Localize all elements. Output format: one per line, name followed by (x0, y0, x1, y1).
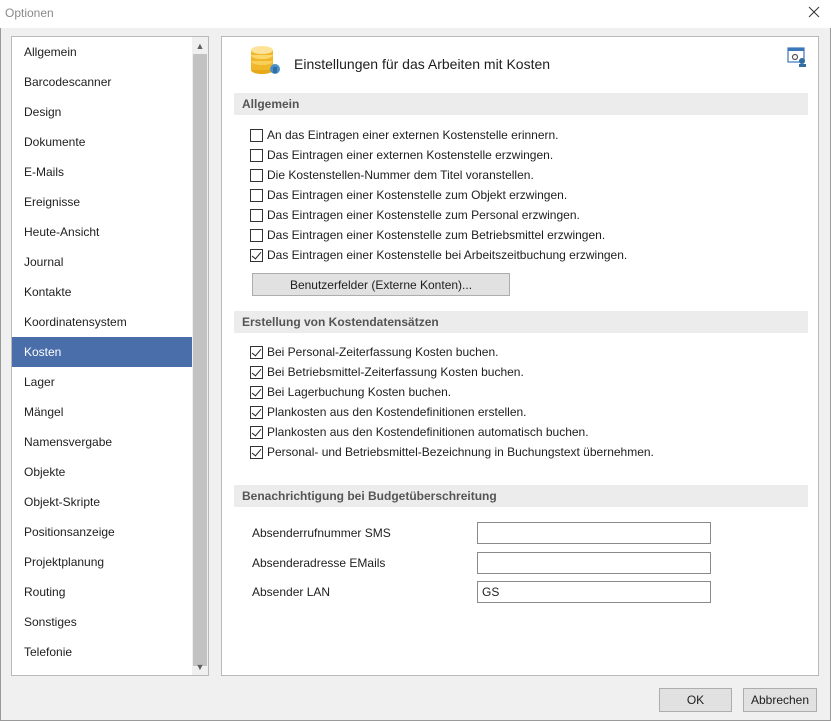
checkbox[interactable] (250, 168, 263, 182)
sidebar-item-kosten[interactable]: Kosten (12, 337, 193, 367)
lan-sender-input[interactable] (477, 581, 711, 603)
lan-sender-label: Absender LAN (252, 585, 331, 599)
user-fields-button[interactable]: Benutzerfelder (Externe Konten)... (252, 273, 510, 296)
option-auto-book-planned-costs[interactable]: Plankosten aus den Kostendefinitionen au… (250, 423, 589, 441)
option-label: Bei Personal-Zeiterfassung Kosten buchen… (267, 345, 499, 359)
option-force-cost-center-equipment[interactable]: Das Eintragen einer Kostenstelle zum Bet… (250, 226, 605, 244)
option-book-equipment-time[interactable]: Bei Betriebsmittel-Zeiterfassung Kosten … (250, 363, 524, 381)
close-icon[interactable] (807, 5, 821, 19)
option-label: Plankosten aus den Kostendefinitionen er… (267, 405, 527, 419)
cancel-button[interactable]: Abbrechen (743, 688, 817, 712)
sidebar-item-heute-ansicht[interactable]: Heute-Ansicht (12, 217, 193, 247)
checkbox[interactable] (250, 445, 263, 459)
option-label: Bei Lagerbuchung Kosten buchen. (267, 385, 452, 399)
option-label: Die Kostenstellen-Nummer dem Titel voran… (267, 168, 534, 182)
panel-title: Einstellungen für das Arbeiten mit Koste… (294, 56, 551, 72)
sms-sender-input[interactable] (477, 522, 711, 544)
option-create-planned-costs[interactable]: Plankosten aus den Kostendefinitionen er… (250, 403, 527, 421)
option-label: Das Eintragen einer Kostenstelle zum Bet… (267, 228, 606, 242)
option-label: Bei Betriebsmittel-Zeiterfassung Kosten … (267, 365, 524, 379)
sidebar-item-namensvergabe[interactable]: Namensvergabe (12, 427, 193, 457)
sidebar-item-kontakte[interactable]: Kontakte (12, 277, 193, 307)
sidebar-item-e-mails[interactable]: E-Mails (12, 157, 193, 187)
option-book-stock-movement[interactable]: Bei Lagerbuchung Kosten buchen. (250, 383, 451, 401)
checkbox[interactable] (250, 365, 263, 379)
checkbox[interactable] (250, 188, 263, 202)
option-copy-name-to-booking-text[interactable]: Personal- und Betriebsmittel-Bezeichnung… (250, 443, 654, 461)
option-book-personnel-time[interactable]: Bei Personal-Zeiterfassung Kosten buchen… (250, 343, 498, 361)
sidebar-item-projektplanung[interactable]: Projektplanung (12, 547, 193, 577)
option-label: Personal- und Betriebsmittel-Bezeichnung… (267, 445, 654, 459)
option-force-external-cost-center[interactable]: Das Eintragen einer externen Kostenstell… (250, 146, 553, 164)
scroll-down-icon[interactable]: ▼ (192, 658, 208, 675)
email-sender-label: Absenderadresse EMails (252, 556, 386, 570)
sidebar-item-journal[interactable]: Journal (12, 247, 193, 277)
sidebar-item-lager[interactable]: Lager (12, 367, 193, 397)
option-label: Plankosten aus den Kostendefinitionen au… (267, 425, 589, 439)
option-force-cost-center-personnel[interactable]: Das Eintragen einer Kostenstelle zum Per… (250, 206, 580, 224)
checkbox[interactable] (250, 248, 263, 262)
checkbox[interactable] (250, 208, 263, 222)
settings-panel: Einstellungen für das Arbeiten mit Koste… (221, 36, 819, 676)
title-bar: Optionen (0, 0, 831, 28)
checkbox[interactable] (250, 228, 263, 242)
checkbox[interactable] (250, 425, 263, 439)
sidebar-item-maengel[interactable]: Mängel (12, 397, 193, 427)
sidebar-item-sonstiges[interactable]: Sonstiges (12, 607, 193, 637)
checkbox[interactable] (250, 385, 263, 399)
checkbox[interactable] (250, 148, 263, 162)
option-prefix-cost-center-number[interactable]: Die Kostenstellen-Nummer dem Titel voran… (250, 166, 534, 184)
scroll-up-icon[interactable]: ▲ (192, 37, 208, 54)
sidebar-item-koordinatensystem[interactable]: Koordinatensystem (12, 307, 193, 337)
sidebar-item-telefonie[interactable]: Telefonie (12, 637, 193, 667)
sidebar-item-objekt-skripte[interactable]: Objekt-Skripte (12, 487, 193, 517)
sidebar-item-ereignisse[interactable]: Ereignisse (12, 187, 193, 217)
section-header-allgemein: Allgemein (234, 93, 808, 115)
email-sender-input[interactable] (477, 552, 711, 574)
sidebar-item-routing[interactable]: Routing (12, 577, 193, 607)
options-category-list[interactable]: Allgemein Barcodescanner Design Dokument… (11, 36, 209, 676)
ok-button[interactable]: OK (659, 688, 732, 712)
option-label: An das Eintragen einer externen Kostenst… (267, 128, 559, 142)
sidebar-item-dokumente[interactable]: Dokumente (12, 127, 193, 157)
window-title: Optionen (5, 6, 54, 20)
checkbox[interactable] (250, 345, 263, 359)
option-label: Das Eintragen einer Kostenstelle zum Per… (267, 208, 580, 222)
option-label: Das Eintragen einer Kostenstelle zum Obj… (267, 188, 568, 202)
scrollbar-thumb[interactable] (193, 54, 207, 666)
option-force-cost-center-object[interactable]: Das Eintragen einer Kostenstelle zum Obj… (250, 186, 567, 204)
option-force-cost-center-worktime[interactable]: Das Eintragen einer Kostenstelle bei Arb… (250, 246, 627, 264)
sidebar-item-barcodescanner[interactable]: Barcodescanner (12, 67, 193, 97)
checkbox[interactable] (250, 128, 263, 142)
sidebar-item-objekte[interactable]: Objekte (12, 457, 193, 487)
option-label: Das Eintragen einer externen Kostenstell… (267, 148, 554, 162)
option-remind-external-cost-center[interactable]: An das Eintragen einer externen Kostenst… (250, 126, 559, 144)
sidebar-scrollbar[interactable]: ▲ ▼ (192, 37, 208, 675)
window-settings-icon[interactable] (787, 46, 809, 68)
checkbox[interactable] (250, 405, 263, 419)
section-header-budget: Benachrichtigung bei Budgetüberschreitun… (234, 485, 808, 507)
sidebar-item-allgemein[interactable]: Allgemein (12, 37, 193, 67)
coins-icon (251, 46, 280, 74)
sms-sender-label: Absenderrufnummer SMS (252, 526, 391, 540)
option-label: Das Eintragen einer Kostenstelle bei Arb… (267, 248, 628, 262)
sidebar-item-positionsanzeige[interactable]: Positionsanzeige (12, 517, 193, 547)
sidebar-item-design[interactable]: Design (12, 97, 193, 127)
section-header-cost-records: Erstellung von Kostendatensätzen (234, 311, 808, 333)
